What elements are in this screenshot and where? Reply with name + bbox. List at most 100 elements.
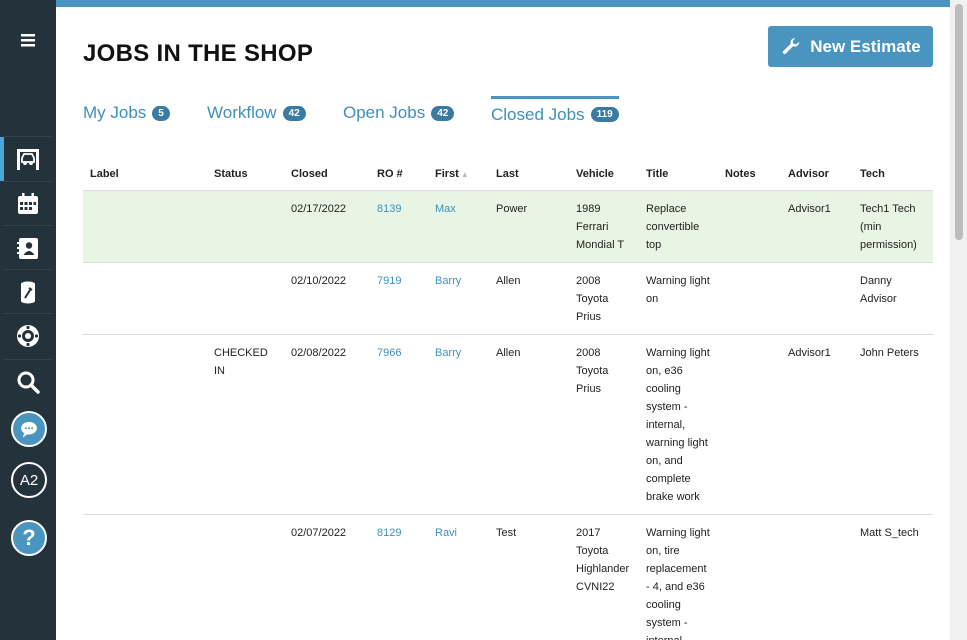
cell-closed: 02/10/2022 xyxy=(284,262,370,335)
nav-parts[interactable] xyxy=(3,269,53,313)
cell-label xyxy=(83,514,207,640)
cell-vehicle-line: Highlander xyxy=(576,562,630,575)
nav-shop-jobs[interactable] xyxy=(0,136,53,181)
cell-vehicle-line: 2008 xyxy=(576,346,601,359)
cell-first-link-text[interactable]: Barry xyxy=(435,275,461,287)
cell-ro-link[interactable]: 8129 xyxy=(370,514,428,640)
sort-ascending-icon: ▲ xyxy=(460,169,469,179)
cell-ro-link[interactable]: 7919 xyxy=(370,262,428,335)
column-header-closed[interactable]: Closed xyxy=(284,159,370,191)
cell-last: Allen xyxy=(489,262,569,335)
scrollbar-thumb[interactable] xyxy=(955,4,963,240)
chat-button[interactable] xyxy=(11,411,47,447)
cell-title-line: convertible xyxy=(646,220,700,233)
cell-vehicle: 2008 Toyota Prius xyxy=(569,334,639,515)
cell-ro-link-text[interactable]: 8139 xyxy=(377,203,401,215)
count-badge: 42 xyxy=(282,105,306,121)
count-badge: 5 xyxy=(152,105,170,121)
table-row[interactable]: 02/17/2022 8139 Max Power 1989 Ferrari Mondial… xyxy=(83,190,933,263)
cell-label xyxy=(83,190,207,263)
cell-title-line: Replace xyxy=(646,202,687,215)
cell-first-link[interactable]: Barry xyxy=(428,262,489,335)
tab-workflow[interactable]: Workflow 42 xyxy=(207,96,306,130)
cell-vehicle-line: Ferrari xyxy=(576,220,609,233)
cell-vehicle: 1989 Ferrari Mondial T xyxy=(569,190,639,263)
column-header-ro[interactable]: RO # xyxy=(370,159,428,191)
cell-ro-link-text[interactable]: 7919 xyxy=(377,275,401,287)
count-badge: 42 xyxy=(431,105,455,121)
nav-settings[interactable] xyxy=(3,313,53,357)
cell-ro-link[interactable]: 7966 xyxy=(370,334,428,515)
table-row[interactable]: CHECKED IN 02/08/2022 7966 Barry Allen 2008 Toy… xyxy=(83,334,933,515)
column-header-advisor[interactable]: Advisor xyxy=(781,159,853,191)
column-header-title[interactable]: Title xyxy=(639,159,718,191)
tab-label: Closed Jobs xyxy=(491,104,585,124)
new-estimate-button[interactable]: New Estimate xyxy=(768,26,933,67)
table-row[interactable]: 02/10/2022 7919 Barry Allen 2008 Toyota Prius W… xyxy=(83,262,933,335)
cell-vehicle-line: 2008 xyxy=(576,274,601,287)
cell-title-line: replacement xyxy=(646,562,707,575)
cell-tech-line: John Peters xyxy=(860,346,919,359)
cell-tech: John Peters xyxy=(853,334,933,515)
cell-first-link[interactable]: Ravi xyxy=(428,514,489,640)
column-header-vehicle[interactable]: Vehicle xyxy=(569,159,639,191)
table-row[interactable]: 02/07/2022 8129 Ravi Test 2017 Toyota Highland… xyxy=(83,514,933,640)
cell-ro-link-text[interactable]: 7966 xyxy=(377,347,401,359)
cell-closed: 02/08/2022 xyxy=(284,334,370,515)
cell-title-line: top xyxy=(646,238,662,251)
cell-first-link[interactable]: Max xyxy=(428,190,489,263)
cell-vehicle-line: 1989 xyxy=(576,202,601,215)
cell-title: Warning light on, e36 cooling system - inter… xyxy=(639,334,718,515)
cell-vehicle-line: Toyota xyxy=(576,544,609,557)
wheel-icon xyxy=(17,324,39,347)
cell-notes xyxy=(718,262,781,335)
tab-open-jobs[interactable]: Open Jobs 42 xyxy=(343,96,455,130)
tab-my-jobs[interactable]: My Jobs 5 xyxy=(83,96,170,130)
cell-advisor: Advisor1 xyxy=(781,334,853,515)
nav-search[interactable] xyxy=(3,359,53,403)
cell-vehicle: 2017 Toyota Highlander CVNI22 xyxy=(569,514,639,640)
help-button[interactable]: ? xyxy=(11,520,47,556)
column-header-status[interactable]: Status xyxy=(207,159,284,191)
cell-tech-line: Matt S_tech xyxy=(860,526,919,539)
column-header-first[interactable]: First ▲ xyxy=(428,159,489,191)
count-badge: 119 xyxy=(590,107,619,122)
cell-first-link-text[interactable]: Max xyxy=(435,203,456,215)
cell-first-link-text[interactable]: Ravi xyxy=(435,527,457,539)
cell-title-line: brake work xyxy=(646,490,700,503)
column-header-last[interactable]: Last xyxy=(489,159,569,191)
tab-closed-jobs[interactable]: Closed Jobs 119 xyxy=(491,96,619,130)
cell-first-link-text[interactable]: Barry xyxy=(435,347,461,359)
cell-advisor xyxy=(781,514,853,640)
cell-title-line: warning light xyxy=(646,436,708,449)
column-header-label[interactable]: Label xyxy=(83,159,207,191)
vertical-scrollbar[interactable] xyxy=(950,0,967,640)
cell-status-line: CHECKED xyxy=(214,346,268,359)
cell-title-line: internal, xyxy=(646,418,686,431)
user-avatar-button[interactable]: A2 xyxy=(11,462,47,498)
cell-label xyxy=(83,262,207,335)
column-header-tech[interactable]: Tech xyxy=(853,159,933,191)
cell-vehicle: 2008 Toyota Prius xyxy=(569,262,639,335)
nav-customers[interactable] xyxy=(3,225,53,269)
calendar-icon xyxy=(18,192,38,214)
cell-tech-line: Tech1 Tech xyxy=(860,202,916,215)
page-title: JOBS IN THE SHOP xyxy=(83,40,314,67)
chat-bubble-icon xyxy=(21,421,37,438)
nav-calendar[interactable] xyxy=(3,181,53,225)
main-panel: JOBS IN THE SHOP New Estimate My Jobs 5 … xyxy=(56,0,950,640)
hamburger-menu-icon xyxy=(21,34,35,47)
column-header-notes[interactable]: Notes xyxy=(718,159,781,191)
cell-status: CHECKED IN xyxy=(207,334,284,515)
cell-label xyxy=(83,334,207,515)
cell-vehicle-line: CVNI22 xyxy=(576,580,615,593)
menu-button[interactable] xyxy=(3,18,53,62)
cell-title-line: on, e36 xyxy=(646,364,683,377)
cell-status-line: IN xyxy=(214,364,225,377)
cell-vehicle-line: Mondial T xyxy=(576,238,625,251)
cell-first-link[interactable]: Barry xyxy=(428,334,489,515)
cell-ro-link-text[interactable]: 8129 xyxy=(377,527,401,539)
cell-title-line: Warning light xyxy=(646,274,710,287)
tab-label: Workflow xyxy=(207,103,277,122)
cell-ro-link[interactable]: 8139 xyxy=(370,190,428,263)
